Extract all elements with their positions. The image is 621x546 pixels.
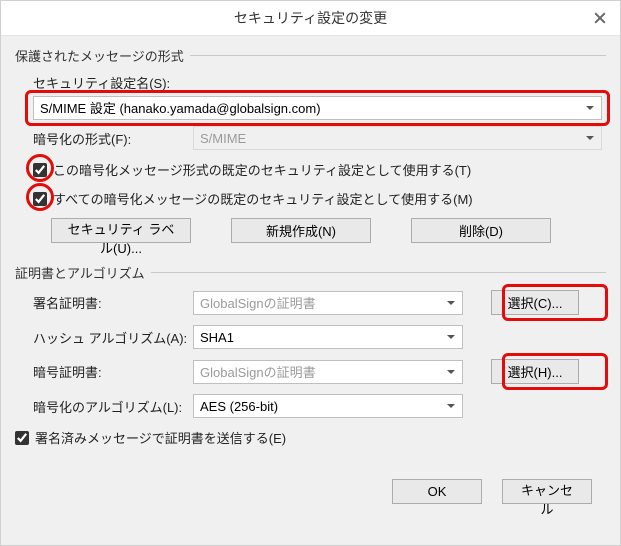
default-all-checkbox[interactable] [33,192,47,206]
security-name-select[interactable]: S/MIME 設定 (hanako.yamada@globalsign.com) [33,96,602,120]
group-cert-algo: 証明書とアルゴリズム 署名証明書: 選択(C)... ハッシュ アルゴリズム(A… [15,263,606,461]
group-title: 保護されたメッセージの形式 [15,46,190,65]
enc-cert-field [193,360,463,384]
enc-format-label: 暗号化の形式(F): [33,129,193,148]
choose-enc-cert-button[interactable]: 選択(H)... [491,359,579,384]
new-button[interactable]: 新規作成(N) [231,218,371,243]
dialog-footer: OK キャンセル [15,471,606,504]
default-format-row: この暗号化メッセージ形式の既定のセキュリティ設定として使用する(T) [33,160,602,179]
group-message-format: 保護されたメッセージの形式 セキュリティ設定名(S): S/MIME 設定 (h… [15,46,606,253]
sign-cert-label: 署名証明書: [33,293,193,312]
titlebar: セキュリティ設定の変更 [1,1,620,36]
enc-algo-select[interactable]: AES (256-bit) [193,394,463,418]
cancel-button[interactable]: キャンセル [502,479,592,504]
dialog-title: セキュリティ設定の変更 [234,8,387,28]
group-title-2: 証明書とアルゴリズム [15,263,151,282]
sign-cert-field [193,291,463,315]
enc-format-select: S/MIME [193,126,602,150]
close-button[interactable] [580,1,620,35]
hash-algo-select[interactable]: SHA1 [193,325,463,349]
default-format-label: この暗号化メッセージ形式の既定のセキュリティ設定として使用する(T) [53,160,471,179]
send-cert-checkbox[interactable] [15,431,29,445]
ok-button[interactable]: OK [392,479,482,504]
delete-button[interactable]: 削除(D) [411,218,551,243]
enc-algo-label: 暗号化のアルゴリズム(L): [33,397,193,416]
security-name-label: セキュリティ設定名(S): [33,73,602,92]
hash-algo-label: ハッシュ アルゴリズム(A): [33,328,193,347]
choose-sign-cert-button[interactable]: 選択(C)... [491,290,579,315]
default-all-label: すべての暗号化メッセージの既定のセキュリティ設定として使用する(M) [53,189,473,208]
dialog-body: 保護されたメッセージの形式 セキュリティ設定名(S): S/MIME 設定 (h… [1,36,620,518]
close-icon [594,12,606,24]
security-labels-button[interactable]: セキュリティ ラベル(U)... [51,218,191,243]
enc-cert-label: 暗号証明書: [33,362,193,381]
default-all-row: すべての暗号化メッセージの既定のセキュリティ設定として使用する(M) [33,189,602,208]
send-cert-label: 署名済みメッセージで証明書を送信する(E) [35,428,286,447]
default-format-checkbox[interactable] [33,163,47,177]
dialog-window: セキュリティ設定の変更 保護されたメッセージの形式 セキュリティ設定名(S): … [0,0,621,546]
